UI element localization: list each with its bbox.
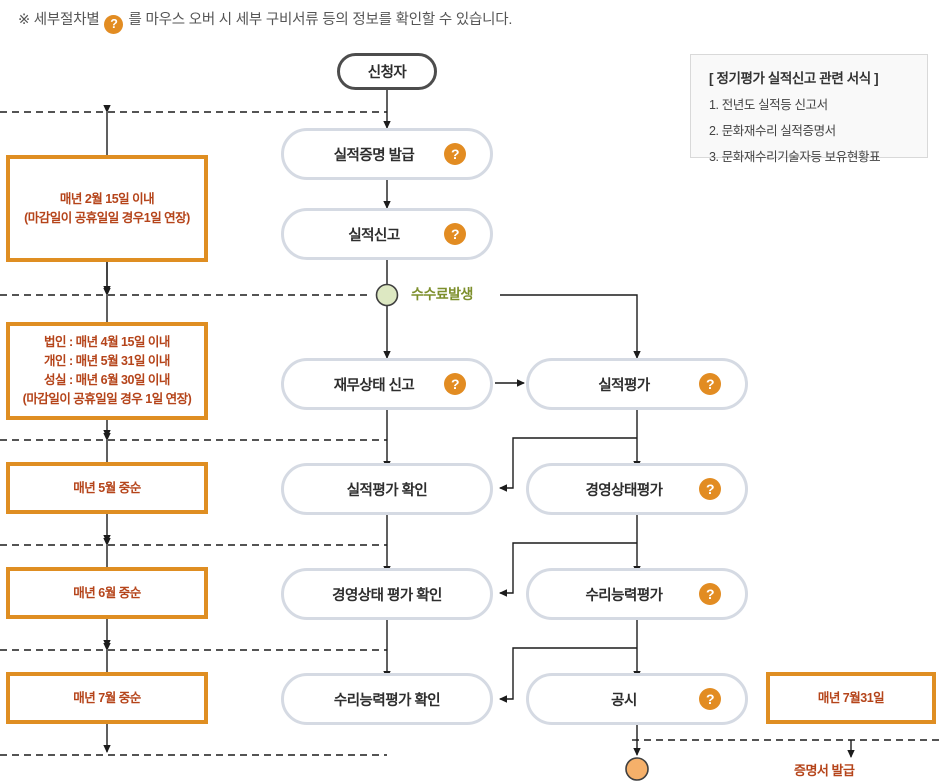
legend-item: 1. 전년도 실적등 신고서 — [709, 98, 828, 112]
node-management-evaluation[interactable]: 경영상태평가 ? — [526, 463, 748, 515]
fee-occurrence-label: 수수료발생 — [411, 286, 473, 302]
node-label: 신청자 — [367, 65, 407, 81]
node-label: 수리능력평가 확인 — [333, 692, 441, 709]
legend-item: 2. 문화재수리 실적증명서 — [709, 124, 836, 138]
node-label: 실적신고 — [348, 227, 400, 244]
node-report-performance[interactable]: 실적신고 ? — [281, 208, 493, 260]
header-note: ※ 세부절차별? 를 마우스 오버 시 세부 구비서류 등의 정보를 확인할 수 … — [18, 8, 512, 34]
question-mark-icon[interactable]: ? — [444, 143, 466, 165]
date-line: (마감일이 공휴일일 경우 1일 연장) — [22, 392, 192, 406]
header-note-suffix: 를 마우스 오버 시 세부 구비서류 등의 정보를 확인할 수 있습니다. — [128, 12, 513, 28]
date-box-july-31: 매년 7월31일 — [766, 672, 936, 724]
question-mark-icon[interactable]: ? — [444, 223, 466, 245]
node-label: 재무상태 신고 — [333, 377, 415, 394]
node-label: 경영상태평가 — [585, 482, 663, 499]
node-confirm-performance-evaluation[interactable]: 실적평가 확인 — [281, 463, 493, 515]
node-confirm-repair-capability[interactable]: 수리능력평가 확인 — [281, 673, 493, 725]
date-line: 매년 7월 중순 — [73, 690, 141, 705]
node-issue-certificate[interactable]: 실적증명 발급 ? — [281, 128, 493, 180]
node-label: 실적평가 확인 — [346, 482, 428, 499]
node-label: 수리능력평가 — [585, 587, 663, 604]
date-line: 매년 2월 15일 이내 — [59, 191, 155, 206]
date-line: 매년 5월 중순 — [73, 480, 141, 495]
node-confirm-management-evaluation[interactable]: 경영상태 평가 확인 — [281, 568, 493, 620]
date-box-feb15: 매년 2월 15일 이내 (마감일이 공휴일일 경우1일 연장) — [6, 155, 208, 262]
question-mark-icon[interactable]: ? — [699, 688, 721, 710]
header-note-prefix: ※ 세부절차별 — [18, 12, 100, 28]
question-mark-icon[interactable]: ? — [699, 478, 721, 500]
date-box-june: 매년 6월 중순 — [6, 567, 208, 619]
node-label: 경영상태 평가 확인 — [332, 587, 442, 604]
question-mark-icon[interactable]: ? — [444, 373, 466, 395]
end-circle-node — [625, 757, 649, 781]
date-line: 매년 6월 중순 — [73, 585, 141, 600]
date-box-corporate-deadlines: 법인 : 매년 4월 15일 이내 개인 : 매년 5월 31일 이내 성실 :… — [6, 322, 208, 420]
certificate-issue-label: 증명서 발급 — [794, 763, 855, 778]
question-mark-icon[interactable]: ? — [699, 373, 721, 395]
node-label: 실적평가 — [598, 377, 650, 394]
node-repair-capability-evaluation[interactable]: 수리능력평가 ? — [526, 568, 748, 620]
node-applicant[interactable]: 신청자 — [337, 53, 437, 90]
legend-title: [ 정기평가 실적신고 관련 서식 ] — [709, 71, 879, 86]
legend-item: 3. 문화재수리기술자등 보유현황표 — [709, 150, 881, 164]
date-line: 법인 : 매년 4월 15일 이내 — [44, 335, 170, 349]
node-report-financial-status[interactable]: 재무상태 신고 ? — [281, 358, 493, 410]
node-performance-evaluation[interactable]: 실적평가 ? — [526, 358, 748, 410]
date-box-july: 매년 7월 중순 — [6, 672, 208, 724]
legend-panel: [ 정기평가 실적신고 관련 서식 ] 1. 전년도 실적등 신고서 2. 문화… — [690, 54, 928, 164]
question-mark-icon: ? — [104, 15, 124, 34]
fee-circle-node — [375, 283, 399, 307]
flowchart-canvas: ※ 세부절차별? 를 마우스 오버 시 세부 구비서류 등의 정보를 확인할 수 … — [0, 0, 940, 784]
node-label: 실적증명 발급 — [333, 147, 415, 164]
date-box-may: 매년 5월 중순 — [6, 462, 208, 514]
question-mark-icon[interactable]: ? — [699, 583, 721, 605]
node-publication[interactable]: 공시 ? — [526, 673, 748, 725]
date-line: 매년 7월31일 — [817, 690, 885, 705]
date-line: 성실 : 매년 6월 30일 이내 — [44, 373, 170, 387]
date-line: 개인 : 매년 5월 31일 이내 — [44, 354, 170, 368]
date-line: (마감일이 공휴일일 경우1일 연장) — [24, 210, 190, 225]
node-label: 공시 — [611, 692, 637, 709]
